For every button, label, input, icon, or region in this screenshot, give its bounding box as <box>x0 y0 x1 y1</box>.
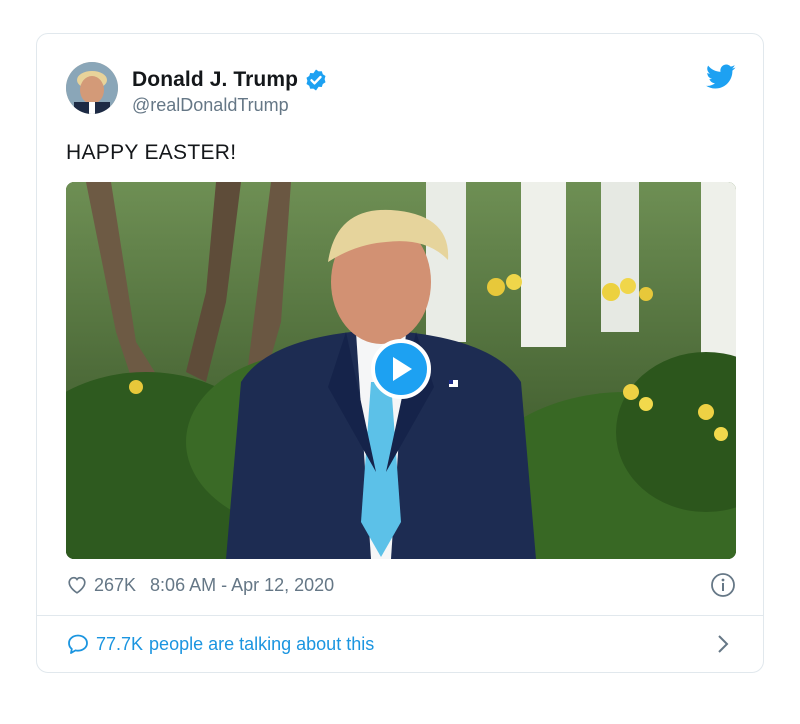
tweet-meta: 267K 8:06 AM - Apr 12, 2020 <box>66 572 736 598</box>
timestamp[interactable]: 8:06 AM - Apr 12, 2020 <box>150 575 334 596</box>
divider <box>37 615 763 616</box>
play-icon <box>393 357 412 381</box>
display-name[interactable]: Donald J. Trump <box>132 68 298 92</box>
info-icon[interactable] <box>710 572 736 598</box>
avatar[interactable] <box>66 62 118 114</box>
display-name-row: Donald J. Trump <box>132 68 328 92</box>
talking-label: people are talking about this <box>149 633 375 654</box>
conversation-link[interactable]: 77.7K people are talking about this <box>66 629 736 659</box>
tweet-text: HAPPY EASTER! <box>66 141 237 164</box>
talking-count: 77.7K <box>96 633 144 654</box>
user-names: Donald J. Trump @realDonaldTrump <box>132 68 328 116</box>
user-handle[interactable]: @realDonaldTrump <box>132 95 328 116</box>
like-count[interactable]: 267K <box>94 575 136 596</box>
verified-badge-icon <box>306 69 326 91</box>
avatar-image <box>66 62 118 114</box>
heart-icon[interactable] <box>66 574 88 596</box>
play-button[interactable] <box>371 339 431 399</box>
video-player[interactable] <box>66 182 736 559</box>
comment-bubble-icon <box>68 634 88 654</box>
twitter-bird-icon[interactable] <box>706 64 736 90</box>
chevron-right-icon[interactable] <box>716 633 730 655</box>
tweet-embed-card: Donald J. Trump @realDonaldTrump HAPPY E… <box>36 33 764 673</box>
tweet-header: Donald J. Trump @realDonaldTrump <box>66 62 736 118</box>
